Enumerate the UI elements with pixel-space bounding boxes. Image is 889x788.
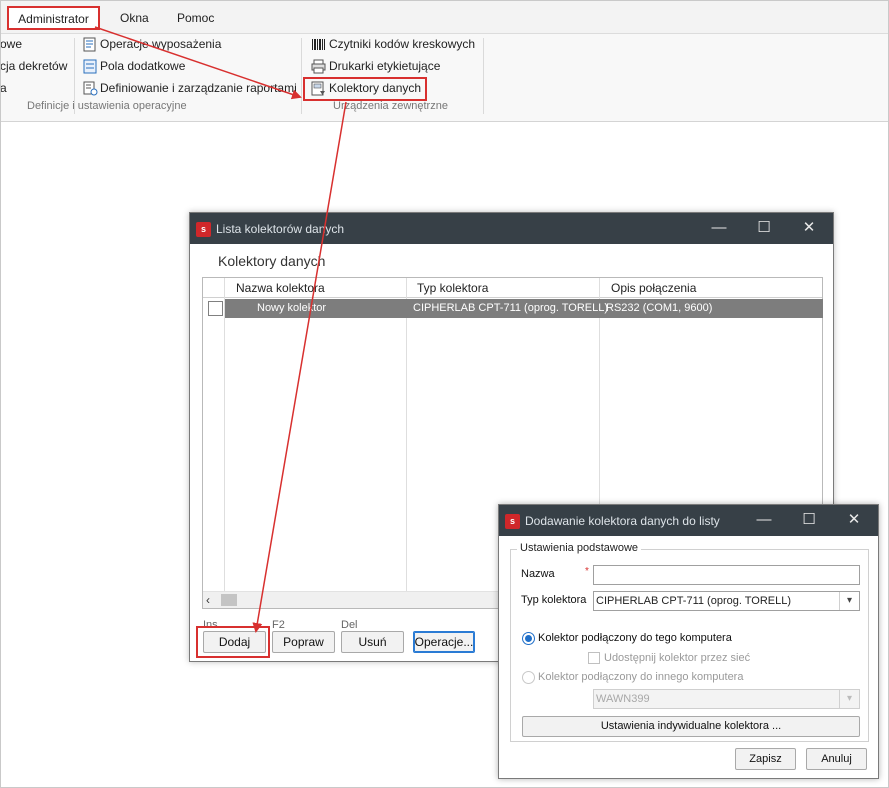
name-input[interactable] (593, 565, 860, 585)
basic-settings-group: Ustawienia podstawowe Nazwa * Typ kolekt… (510, 542, 869, 742)
collector-type-label: Typ kolektora (521, 594, 587, 606)
cancel-button[interactable]: Anuluj (806, 748, 867, 770)
table-header: Nazwa kolektora Typ kolektora Opis połąc… (203, 278, 822, 298)
ribbon: owe cja dekretów a Operacje wyposażenia … (0, 34, 889, 122)
close-icon[interactable]: ✕ (799, 218, 819, 238)
close-icon[interactable]: ✕ (844, 510, 864, 530)
menu-administrator[interactable]: Administrator (7, 6, 100, 30)
minimize-icon[interactable]: — (709, 218, 729, 238)
save-button[interactable]: Zapisz (735, 748, 796, 770)
dialog-titlebar: s Dodawanie kolektora danych do listy — … (499, 505, 878, 536)
shortcut-hint-f2: F2 (272, 619, 285, 631)
app-logo-icon: s (196, 222, 211, 237)
add-collector-dialog: s Dodawanie kolektora danych do listy — … (498, 504, 879, 779)
report-settings-icon (83, 81, 98, 96)
radio-remote-computer[interactable] (522, 671, 535, 684)
menu-okna[interactable]: Okna (120, 8, 149, 28)
window-titlebar: s Lista kolektorów danych — ☐ ✕ (190, 213, 833, 244)
menu-bar: Administrator Okna Pomoc (0, 0, 889, 34)
menu-pomoc[interactable]: Pomoc (177, 8, 214, 28)
column-divider (224, 278, 225, 608)
edit-button[interactable]: Popraw (272, 631, 335, 653)
label-printer-icon (311, 59, 326, 74)
equipment-operations-icon (83, 37, 96, 52)
chevron-down-icon[interactable]: ▾ (839, 592, 859, 610)
radio-local-label[interactable]: Kolektor podłączony do tego komputera (538, 632, 732, 644)
highlight-kolektory (303, 77, 427, 101)
maximize-icon[interactable]: ☐ (799, 510, 819, 530)
ribbon-partial-item-3[interactable]: a (0, 78, 7, 98)
page-title: Kolektory danych (218, 253, 326, 269)
ribbon-group-label-devices: Urządzenia zewnętrzne (333, 100, 448, 112)
barcode-icon (312, 39, 325, 50)
remote-computer-select[interactable]: WAWN399 ▾ (593, 689, 860, 709)
ribbon-pola-dodatkowe[interactable]: Pola dodatkowe (100, 56, 185, 76)
radio-remote-label[interactable]: Kolektor podłączony do innego komputera (538, 671, 743, 683)
share-network-checkbox[interactable] (588, 652, 600, 664)
collector-type-value: CIPHERLAB CPT-711 (oprog. TORELL) (596, 595, 792, 607)
highlight-dodaj (196, 626, 270, 658)
group-label: Ustawienia podstawowe (517, 542, 642, 554)
remote-computer-value: WAWN399 (596, 693, 650, 705)
ribbon-drukarki-etykietujace[interactable]: Drukarki etykietujące (329, 56, 440, 76)
chevron-down-icon[interactable]: ▾ (839, 690, 859, 708)
ribbon-partial-item-1[interactable]: owe (0, 34, 22, 54)
ribbon-czytniki-kodow[interactable]: Czytniki kodów kreskowych (329, 34, 475, 54)
minimize-icon[interactable]: — (754, 510, 774, 530)
dialog-title: Dodawanie kolektora danych do listy (525, 514, 720, 528)
ribbon-group-label-definitions: Definicje i ustawienia operacyjne (27, 100, 187, 112)
required-marker: * (585, 566, 589, 577)
ribbon-operacje-wyposazenia[interactable]: Operacje wyposażenia (100, 34, 221, 54)
additional-fields-icon (83, 59, 97, 74)
ribbon-separator (301, 38, 302, 114)
table-row[interactable]: Nowy kolektor CIPHERLAB CPT-711 (oprog. … (225, 299, 823, 318)
row-checkbox[interactable] (208, 301, 223, 316)
cell-connection: RS232 (COM1, 9600) (606, 302, 713, 314)
scrollbar-thumb[interactable] (221, 594, 237, 606)
share-network-label[interactable]: Udostępnij kolektor przez sieć (604, 652, 750, 664)
cell-name: Nowy kolektor (257, 302, 327, 314)
column-divider (406, 278, 407, 608)
individual-settings-button[interactable]: Ustawienia indywidualne kolektora ... (522, 716, 860, 737)
ribbon-partial-item-2[interactable]: cja dekretów (0, 56, 67, 76)
collector-type-select[interactable]: CIPHERLAB CPT-711 (oprog. TORELL) ▾ (593, 591, 860, 611)
scroll-left-icon[interactable]: ‹ (206, 593, 210, 607)
operations-button[interactable]: Operacje... (413, 631, 475, 653)
cell-type: CIPHERLAB CPT-711 (oprog. TORELL) (413, 302, 609, 314)
column-header-name[interactable]: Nazwa kolektora (236, 281, 325, 295)
delete-button[interactable]: Usuń (341, 631, 404, 653)
app-logo-icon: s (505, 514, 520, 529)
name-label: Nazwa (521, 568, 555, 580)
column-header-connection[interactable]: Opis połączenia (611, 281, 696, 295)
radio-local-computer[interactable] (522, 632, 535, 645)
column-header-type[interactable]: Typ kolektora (417, 281, 488, 295)
window-title: Lista kolektorów danych (216, 222, 345, 236)
shortcut-hint-del: Del (341, 619, 358, 631)
ribbon-separator (483, 38, 484, 114)
maximize-icon[interactable]: ☐ (754, 218, 774, 238)
ribbon-definiowanie-raportami[interactable]: Definiowanie i zarządzanie raportami (100, 78, 297, 98)
